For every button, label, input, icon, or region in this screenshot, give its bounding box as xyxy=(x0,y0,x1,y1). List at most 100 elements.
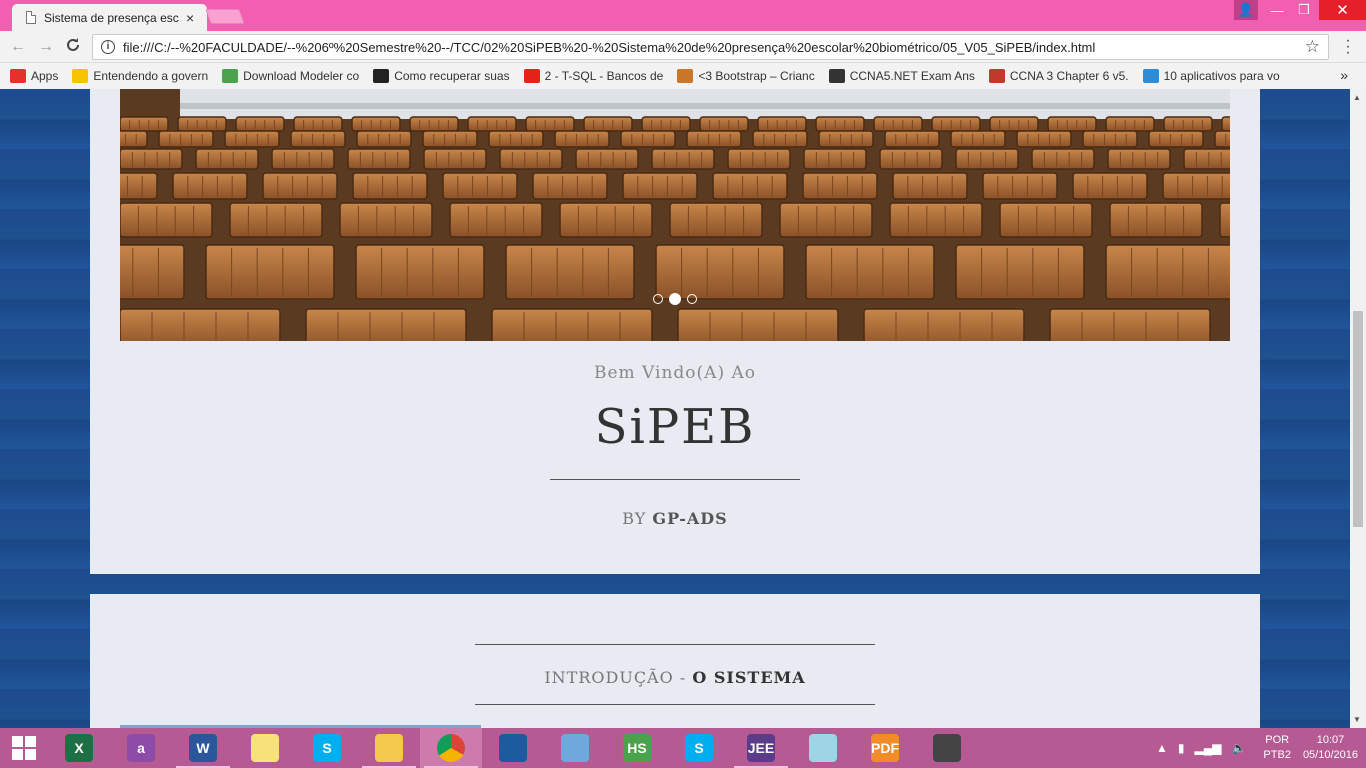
maximize-button[interactable]: ❐ xyxy=(1292,0,1316,20)
image-carousel[interactable] xyxy=(120,89,1230,341)
chair-back xyxy=(1148,130,1204,148)
chair-back xyxy=(491,308,653,341)
bookmark-label: CCNA5.NET Exam Ans xyxy=(849,69,975,83)
back-button[interactable]: ← xyxy=(8,37,28,57)
bookmark-label: Apps xyxy=(31,69,59,83)
chair-back xyxy=(620,130,676,148)
taskbar-sticky[interactable] xyxy=(234,728,296,768)
bookmark-label: Entendendo a govern xyxy=(93,69,209,83)
browser-tab[interactable]: Sistema de presença esc × xyxy=(12,4,207,31)
chair-back xyxy=(879,148,943,170)
chair-back xyxy=(803,148,867,170)
divider xyxy=(550,479,800,480)
chair-back xyxy=(305,308,467,341)
bookmark-item[interactable]: CCNA5.NET Exam Ans xyxy=(828,69,975,83)
bookmark-label: CCNA 3 Chapter 6 v5. xyxy=(1009,69,1129,83)
start-button[interactable] xyxy=(0,728,48,768)
carousel-dot[interactable] xyxy=(687,294,697,304)
chair-back xyxy=(989,116,1039,132)
chair-back xyxy=(950,130,1006,148)
chair-back xyxy=(757,116,807,132)
minimize-button[interactable]: — xyxy=(1265,0,1289,20)
browser-titlebar: Sistema de presença esc × 👤 — ❐ ✕ xyxy=(0,0,1366,31)
taskbar-pdf[interactable]: PDF xyxy=(854,728,916,768)
battery-icon[interactable]: ▮ xyxy=(1178,741,1185,755)
taskbar-skype[interactable]: S xyxy=(296,728,358,768)
intro-heading: INTRODUÇÃO - O SISTEMA xyxy=(90,668,1260,687)
chair-back xyxy=(559,202,653,238)
bookmark-item[interactable]: Entendendo a govern xyxy=(72,69,208,83)
chair-back xyxy=(120,148,183,170)
bookmark-item[interactable]: <3 Bootstrap – Crianc xyxy=(677,69,815,83)
chair-back xyxy=(120,172,158,200)
reload-button[interactable] xyxy=(63,37,83,57)
forward-button[interactable]: → xyxy=(36,37,56,57)
tray-expand-icon[interactable]: ▲ xyxy=(1156,741,1168,755)
taskbar-explorer[interactable] xyxy=(358,728,420,768)
word-icon: W xyxy=(189,734,217,762)
chair-back xyxy=(889,202,983,238)
scrollbar-thumb[interactable] xyxy=(1353,311,1363,527)
chair-back xyxy=(677,308,839,341)
chair-back xyxy=(532,172,608,200)
chair-back xyxy=(1082,130,1138,148)
tab-title: Sistema de presença esc xyxy=(44,10,179,25)
taskbar-virtualbox[interactable] xyxy=(482,728,544,768)
chair-back xyxy=(873,116,923,132)
chair-back xyxy=(505,244,635,300)
chair-back xyxy=(884,130,940,148)
carousel-dot[interactable] xyxy=(653,294,663,304)
taskbar-notes[interactable] xyxy=(792,728,854,768)
taskbar-hs[interactable]: HS xyxy=(606,728,668,768)
carousel-dot[interactable] xyxy=(669,293,681,305)
page-scrollbar[interactable]: ▲ ▼ xyxy=(1350,89,1366,728)
sync-icon xyxy=(933,734,961,762)
new-tab-button[interactable] xyxy=(205,9,245,24)
chair-back xyxy=(356,130,412,148)
browser-toolbar: ← → i file:///C:/--%20FACULDADE/--%206º%… xyxy=(0,31,1366,63)
taskbar-word[interactable]: W xyxy=(172,728,234,768)
user-profile-button[interactable]: 👤 xyxy=(1234,0,1258,20)
tcu-icon xyxy=(72,69,89,83)
bookmark-item[interactable]: CCNA 3 Chapter 6 v5. xyxy=(988,69,1129,83)
tab-close-icon[interactable]: × xyxy=(186,10,194,26)
windows-taskbar: Xa W S HS S JEE PDF ▲ ▮ ▂▄▆ 🔈 POR PTB2 10:07 0… xyxy=(0,728,1366,768)
taskbar-java-ee[interactable]: JEE xyxy=(730,728,792,768)
info-icon[interactable]: i xyxy=(101,40,115,54)
chair-back xyxy=(815,116,865,132)
input-language[interactable]: POR PTB2 xyxy=(1263,733,1291,763)
network-icon[interactable]: ▂▄▆ xyxy=(1195,741,1222,755)
bookmark-label: Download Modeler co xyxy=(243,69,360,83)
scroll-down-icon[interactable]: ▼ xyxy=(1353,715,1361,724)
bookmark-item[interactable]: 2 - T-SQL - Bancos de xyxy=(523,69,663,83)
browser-menu-icon[interactable]: · · · xyxy=(1340,33,1356,61)
address-bar[interactable]: i file:///C:/--%20FACULDADE/--%206º%20Se… xyxy=(92,34,1329,60)
taskbar-chrome[interactable] xyxy=(420,728,482,768)
bookmark-item[interactable]: 10 aplicativos para vo xyxy=(1142,69,1280,83)
taskbar-excel[interactable]: X xyxy=(48,728,110,768)
chair-back xyxy=(655,244,785,300)
skype-icon: S xyxy=(313,734,341,762)
bookmarks-overflow-icon[interactable]: » xyxy=(1340,67,1348,83)
scroll-up-icon[interactable]: ▲ xyxy=(1353,93,1361,102)
taskbar-3d-box[interactable] xyxy=(544,728,606,768)
bookmark-item[interactable]: Apps xyxy=(10,69,58,83)
bookmark-item[interactable]: Como recuperar suas xyxy=(373,69,510,83)
url-text[interactable]: file:///C:/--%20FACULDADE/--%206º%20Seme… xyxy=(123,40,1305,55)
close-window-button[interactable]: ✕ xyxy=(1319,0,1366,20)
volume-icon[interactable]: 🔈 xyxy=(1231,741,1246,755)
chair-back xyxy=(423,148,487,170)
taskbar-skype2[interactable]: S xyxy=(668,728,730,768)
clock[interactable]: 10:07 05/10/2016 xyxy=(1303,733,1358,763)
bookmark-star-icon[interactable]: ☆ xyxy=(1305,37,1320,57)
taskbar-sync[interactable] xyxy=(916,728,978,768)
bookmark-label: 10 aplicativos para vo xyxy=(1163,69,1280,83)
page-viewport: Bem Vindo(A) Ao SiPEB BY GP-ADS INTRODUÇ… xyxy=(0,89,1350,728)
bookmark-item[interactable]: Download Modeler co xyxy=(222,69,359,83)
carousel-indicators xyxy=(653,293,697,305)
taskbar-azure[interactable]: a xyxy=(110,728,172,768)
chair-back xyxy=(409,116,459,132)
chair-back xyxy=(863,308,1025,341)
bookmarks-bar: Apps Entendendo a govern Download Modeler … xyxy=(0,63,1366,89)
chair-back xyxy=(999,202,1093,238)
